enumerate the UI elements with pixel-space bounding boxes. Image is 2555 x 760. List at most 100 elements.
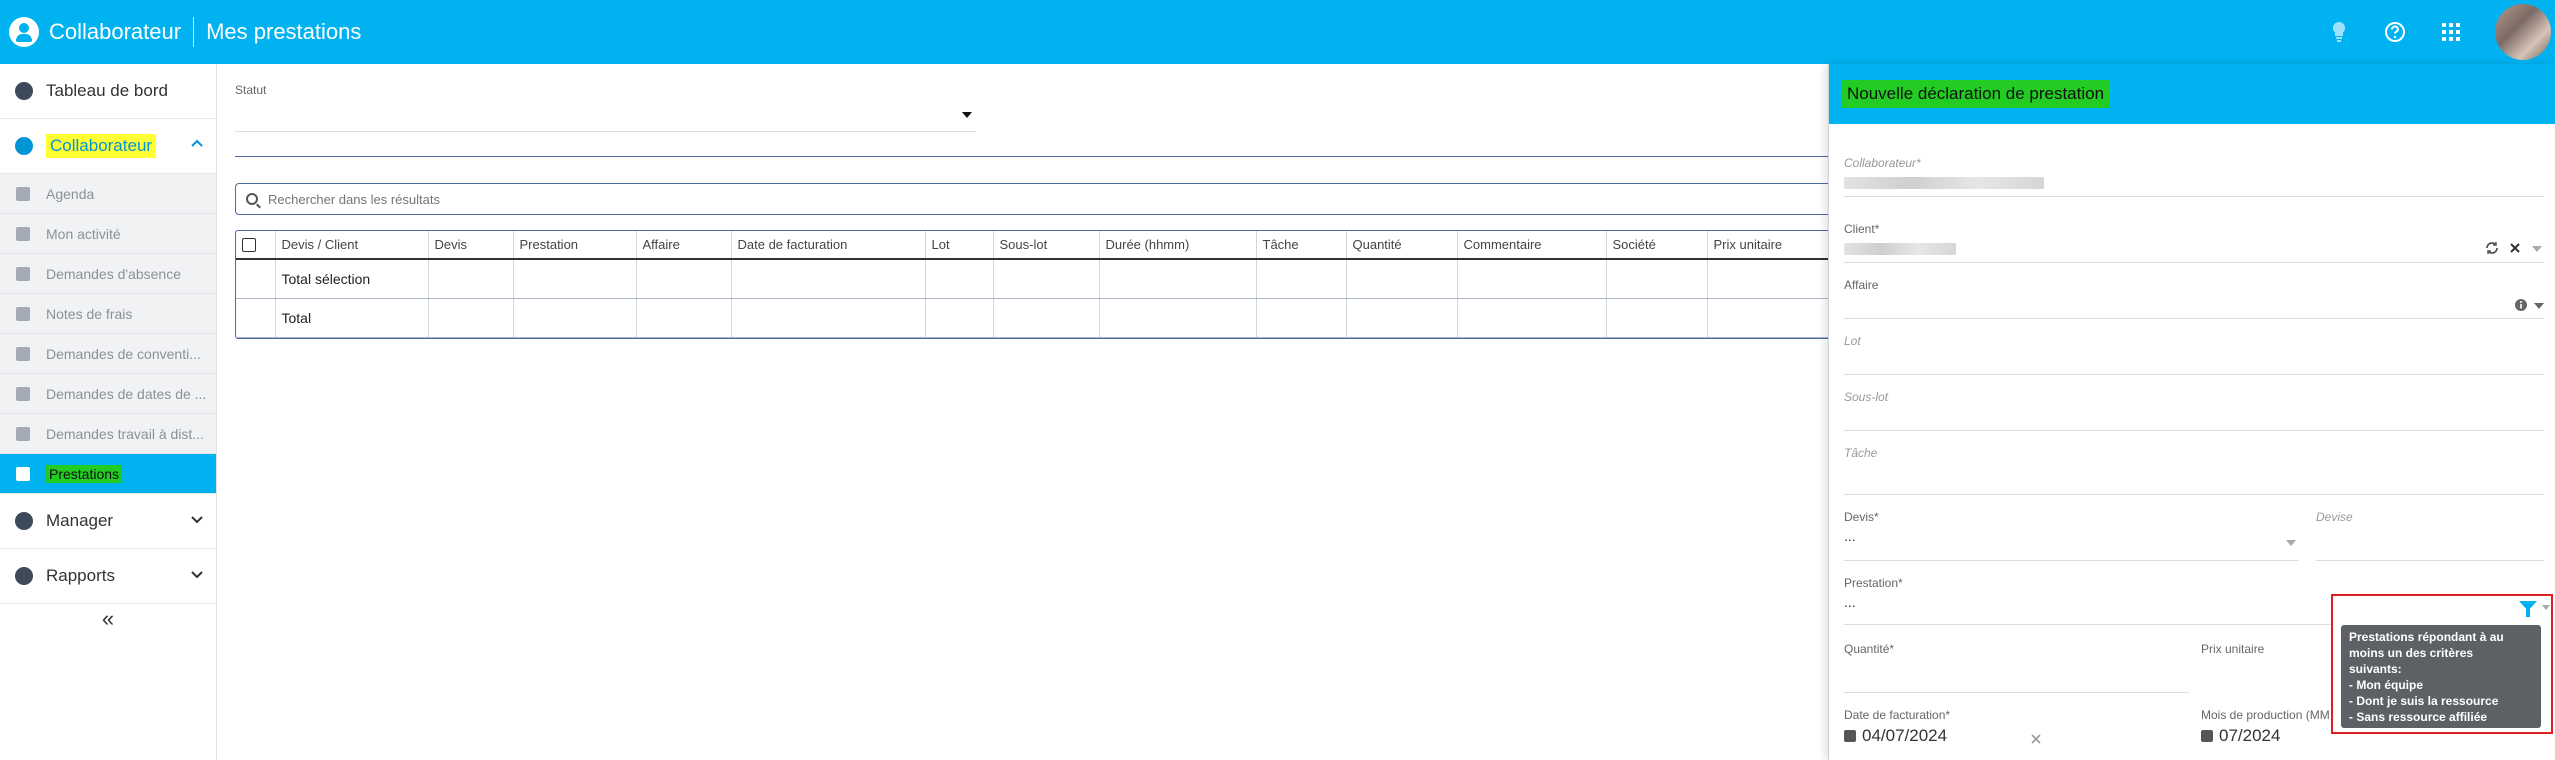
sidebar-item-label: Mon activité	[46, 225, 121, 242]
lightbulb-icon[interactable]	[2327, 20, 2351, 44]
receipt-icon	[16, 306, 30, 321]
sidebar-item-prestations[interactable]: Prestations	[0, 454, 216, 494]
sidebar-item-label: Notes de frais	[46, 305, 133, 322]
column-header[interactable]: Prix unitaire	[1707, 231, 1834, 260]
filter-divider	[235, 156, 1835, 157]
caret-down-icon	[962, 112, 972, 118]
column-header[interactable]: Affaire	[636, 231, 732, 260]
dropdown-caret-icon[interactable]	[2286, 540, 2296, 546]
field-label: Prestation*	[1844, 576, 1903, 590]
chevron-down-icon	[191, 516, 203, 524]
status-filter-select[interactable]	[235, 100, 976, 132]
column-header[interactable]: Lot	[925, 231, 994, 260]
prestation-value: ...	[1844, 594, 1856, 610]
column-header[interactable]: Durée (hhmm)	[1099, 231, 1257, 260]
column-header[interactable]: Prestation	[513, 231, 637, 260]
sidebar-item-label: Demandes de dates de ...	[46, 385, 207, 402]
column-header[interactable]: Devis / Client	[275, 231, 429, 260]
collapse-sidebar-button[interactable]: «	[0, 604, 216, 634]
field-label: Client*	[1844, 222, 1880, 236]
calendar-icon[interactable]	[2201, 730, 2213, 742]
activity-icon	[16, 226, 30, 241]
panel-header: Nouvelle déclaration de prestation	[1829, 64, 2555, 124]
select-all-checkbox[interactable]	[242, 238, 256, 253]
select-all-cell[interactable]	[236, 231, 276, 260]
calendar-icon[interactable]	[1844, 730, 1856, 742]
field-label: Devise	[2316, 510, 2353, 524]
info-icon[interactable]	[2514, 298, 2528, 312]
client-field[interactable]: Client*	[1844, 222, 2544, 258]
chat-icon	[16, 346, 30, 361]
sidebar-item-demandes-travail-distance[interactable]: Demandes travail à dist...	[0, 414, 216, 454]
sidebar-item-label: Rapports	[46, 566, 115, 585]
refresh-icon[interactable]	[2484, 240, 2500, 256]
field-label: Devis*	[1844, 510, 1879, 524]
column-header[interactable]: Tâche	[1256, 231, 1347, 260]
dropdown-caret-icon[interactable]	[2534, 303, 2544, 309]
sous-lot-field[interactable]: Sous-lot	[1844, 390, 1888, 404]
globe-icon	[15, 512, 33, 530]
dropdown-caret-icon[interactable]	[2542, 605, 2550, 610]
devis-field[interactable]: Devis* ...	[1844, 510, 2296, 546]
search-box[interactable]	[235, 183, 1835, 215]
column-header[interactable]: Sous-lot	[993, 231, 1100, 260]
user-circle-icon	[15, 137, 33, 155]
clear-date-icon[interactable]	[2030, 733, 2042, 745]
collaborateur-field[interactable]: Collaborateur*	[1844, 156, 2044, 194]
sidebar-item-demandes-dates[interactable]: Demandes de dates de ...	[0, 374, 216, 414]
table-cell	[236, 259, 276, 299]
sidebar-item-label: Demandes d'absence	[46, 265, 181, 282]
title-separator	[193, 17, 195, 47]
calendar-icon	[16, 186, 30, 201]
date-facturation-field[interactable]: Date de facturation* 04/07/2024	[1844, 708, 2044, 746]
sidebar-item-notes-de-frais[interactable]: Notes de frais	[0, 294, 216, 334]
devise-field[interactable]: Devise	[2316, 510, 2353, 524]
apps-grid-icon[interactable]	[2439, 20, 2463, 44]
filter-tooltip: Prestations répondant à au moins un des …	[2341, 625, 2541, 728]
lot-field[interactable]: Lot	[1844, 334, 1861, 348]
column-header[interactable]: Devis	[428, 231, 514, 260]
avatar[interactable]	[2495, 4, 2551, 60]
search-input[interactable]	[268, 191, 1768, 207]
sidebar-item-collaborateur[interactable]: Collaborateur	[0, 119, 216, 174]
status-filter-label: Statut	[235, 83, 267, 97]
affaire-field[interactable]: Affaire	[1844, 278, 2544, 311]
field-label: Date de facturation*	[1844, 708, 1951, 722]
sidebar-item-demandes-convention[interactable]: Demandes de conventi...	[0, 334, 216, 374]
sidebar-item-manager[interactable]: Manager	[0, 494, 216, 549]
dropdown-caret-icon[interactable]	[2532, 246, 2542, 252]
prestation-field[interactable]: Prestation* ...	[1844, 576, 1903, 610]
client-value	[1844, 243, 1956, 255]
top-bar: Collaborateur Mes prestations	[0, 0, 2555, 64]
column-header[interactable]: Quantité	[1346, 231, 1458, 260]
quantite-field[interactable]: Quantité*	[1844, 642, 1894, 656]
sidebar-item-label: Demandes travail à dist...	[46, 425, 204, 442]
field-label: Collaborateur*	[1844, 156, 1921, 170]
chat-icon	[16, 386, 30, 401]
chevron-down-icon	[191, 571, 203, 579]
help-icon[interactable]	[2383, 20, 2407, 44]
app-name[interactable]: Collaborateur	[49, 19, 181, 45]
collaborateur-value	[1844, 176, 2044, 194]
field-label: Quantité*	[1844, 642, 1895, 656]
dashboard-icon	[15, 82, 33, 100]
sidebar-item-mon-activite[interactable]: Mon activité	[0, 214, 216, 254]
chevron-up-icon	[191, 139, 203, 147]
column-header[interactable]: Commentaire	[1457, 231, 1607, 260]
sidebar-item-label: Tableau de bord	[46, 81, 168, 100]
filter-funnel-icon[interactable]	[2519, 601, 2537, 617]
sidebar-item-label: Manager	[46, 511, 114, 530]
sidebar-item-label: Demandes de conventi...	[46, 345, 201, 362]
sidebar-item-rapports[interactable]: Rapports	[0, 549, 216, 604]
user-circle-icon	[9, 17, 39, 47]
sidebar-item-demandes-absence[interactable]: Demandes d'absence	[0, 254, 216, 294]
prix-unitaire-field[interactable]: Prix unitaire	[2201, 642, 2264, 656]
page-title: Mes prestations	[206, 19, 362, 44]
column-header[interactable]: Société	[1606, 231, 1708, 260]
tache-field[interactable]: Tâche	[1844, 446, 1877, 460]
sidebar-item-agenda[interactable]: Agenda	[0, 174, 216, 214]
total-label: Total	[275, 298, 429, 338]
sidebar-item-tableau-de-bord[interactable]: Tableau de bord	[0, 64, 216, 119]
column-header[interactable]: Date de facturation	[731, 231, 926, 260]
clear-icon[interactable]	[2508, 241, 2522, 255]
